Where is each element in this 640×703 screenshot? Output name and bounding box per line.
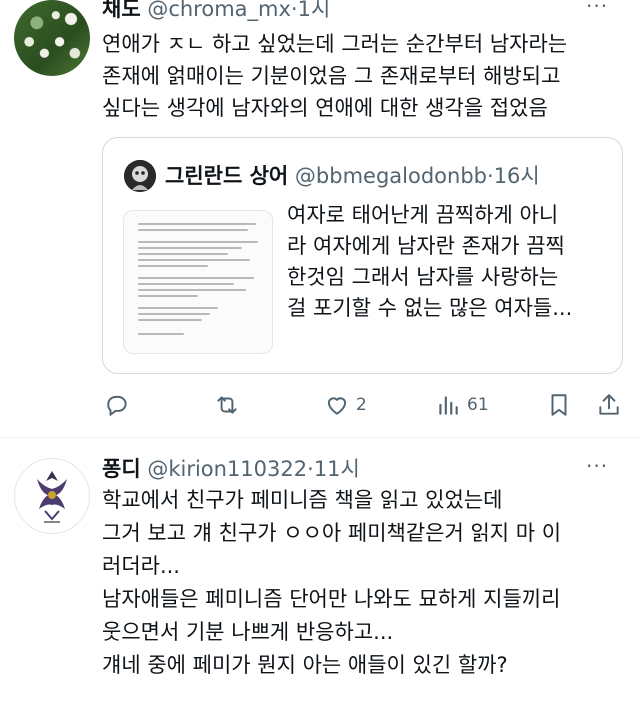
quote-text-line: 여자로 태어난게 끔찍하게 아니 (287, 203, 559, 227)
reply-icon (107, 395, 127, 416)
avatar[interactable] (14, 458, 90, 534)
tweet-text-line: 그거 보고 걔 친구가 ㅇㅇ아 페미책같은거 읽지 마 이 (102, 521, 562, 545)
retweet-icon (217, 396, 237, 414)
tweet-1[interactable]: 채도 @chroma_mx·1시 ··· 연애가 ㅈㄴ 하고 싶었는데 그러는 … (0, 0, 640, 437)
tweet-text-line: 웃으면서 기분 나쁘게 반응하고... (102, 620, 394, 644)
display-name[interactable]: 퐁디 (102, 457, 141, 481)
tweet-text-line: 러더라... (102, 554, 180, 578)
tweet-text-line: 남자애들은 페미니즘 단어만 나와도 묘하게 지들끼리 (102, 587, 561, 611)
quote-display-name[interactable]: 그린란드 상어 (165, 164, 288, 188)
tweet-text-line: 싶다는 생각에 남자와의 연애에 대한 생각을 접었음 (102, 96, 548, 120)
analytics-icon (439, 396, 458, 415)
bookmark-button[interactable] (546, 390, 572, 420)
timestamp[interactable]: 11시 (314, 457, 360, 481)
action-bar: 2 61 (102, 390, 622, 420)
like-count: 2 (356, 395, 367, 415)
tweet-text-line: 연애가 ㅈㄴ 하고 싶었는데 그러는 순간부터 남자라는 (102, 32, 568, 56)
heart-icon (327, 397, 347, 415)
bookmark-icon (551, 394, 567, 416)
tweet-text-line: 존재에 얽매이는 기분이었음 그 존재로부터 해방되고 (102, 64, 561, 88)
quote-text-line: 한것임 그래서 남자를 사랑하는 (287, 265, 559, 289)
handle[interactable]: @chroma_mx (147, 0, 291, 21)
tweet-text-line: 학교에서 친구가 페미니즘 책을 읽고 있었는데 (102, 488, 503, 512)
emblem-avatar-icon (37, 471, 67, 523)
tweet-text: 학교에서 친구가 페미니즘 책을 읽고 있었는데 그거 보고 걔 친구가 ㅇㅇ아… (102, 484, 561, 682)
tweet-text-line: 걔네 중에 페미가 뭔지 아는 애들이 있긴 할까? (102, 653, 508, 677)
quote-text-line: 걸 포기할 수 없는 많은 여자들... (287, 296, 573, 320)
reply-button[interactable] (104, 390, 136, 420)
quote-avatar[interactable] (124, 160, 156, 192)
quote-separator-dot: · (487, 164, 494, 188)
tweet-2[interactable]: 퐁디 @kirion110322·11시 ··· 학교에서 친구가 페미니즘 책… (0, 438, 640, 703)
separator-dot: · (290, 0, 298, 21)
quote-handle[interactable]: @bbmegalodonbb (295, 164, 487, 188)
separator-dot: · (307, 457, 314, 481)
share-icon (599, 394, 619, 415)
retweet-button[interactable] (214, 390, 246, 420)
views-button[interactable]: 61 (435, 390, 489, 420)
shark-avatar-icon (124, 160, 156, 192)
share-button[interactable] (596, 390, 622, 420)
quote-text: 여자로 태어난게 끔찍하게 아니 라 여자에게 남자란 존재가 끔찍 한것임 그… (287, 200, 572, 324)
quote-text-line: 라 여자에게 남자란 존재가 끔찍 (287, 234, 565, 258)
more-options-icon[interactable]: ··· (586, 0, 608, 18)
timestamp[interactable]: 1시 (298, 0, 331, 21)
like-button[interactable]: 2 (324, 390, 367, 420)
quote-timestamp[interactable]: 16시 (494, 164, 540, 188)
avatar[interactable] (14, 0, 90, 76)
display-name[interactable]: 채도 (102, 0, 141, 21)
quoted-tweet[interactable]: 그린란드 상어 @bbmegalodonbb·16시 여자로 태어난게 끔찍하게… (102, 137, 623, 374)
more-options-icon[interactable]: ··· (586, 454, 608, 478)
handle[interactable]: @kirion110322 (147, 457, 307, 481)
views-count: 61 (467, 395, 489, 415)
quote-media-image[interactable] (123, 210, 273, 354)
tweet-text: 연애가 ㅈㄴ 하고 싶었는데 그러는 순간부터 남자라는 존재에 얽매이는 기분… (102, 28, 567, 124)
